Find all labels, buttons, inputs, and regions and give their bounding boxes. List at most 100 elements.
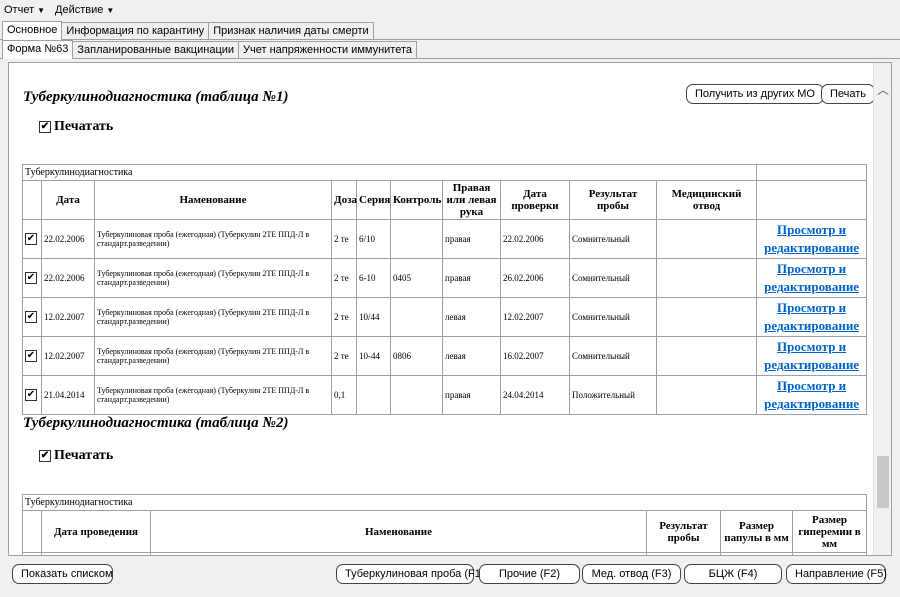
table1-print-checkbox[interactable]: ✔ Печатать	[39, 119, 113, 135]
header-check	[22, 180, 42, 220]
header-name: Наменование	[150, 510, 647, 553]
view-edit-link[interactable]: Просмотр и редактирование	[756, 297, 868, 337]
get-from-other-mo-button[interactable]: Получить из других МО	[686, 84, 824, 104]
cell-control: 0806	[390, 336, 443, 376]
checkbox[interactable]: ✔	[39, 450, 51, 462]
header-papule: Размер папулы в мм	[720, 510, 793, 553]
cell-control	[390, 297, 443, 337]
row-checkbox-cell[interactable]: ✔	[22, 375, 42, 415]
cell-dose: 2 те	[331, 297, 357, 337]
cell-name: Туберкулиновая проба (ежегодная) (Туберк…	[94, 297, 332, 337]
scroll-thumb[interactable]	[877, 456, 889, 508]
view-edit-link[interactable]: Просмотр и редактирование	[756, 219, 868, 259]
tab-quarantine[interactable]: Информация по карантину	[61, 22, 210, 40]
cell-control: 0405	[390, 258, 443, 298]
checkbox[interactable]: ✔	[25, 350, 37, 362]
view-edit-link[interactable]: Просмотр и редактирование	[756, 258, 868, 298]
row-checkbox-cell[interactable]: ✔	[22, 297, 42, 337]
cell-result: Сомнительный	[569, 258, 657, 298]
print-button[interactable]: Печать	[821, 84, 873, 104]
empty-cell	[791, 552, 868, 555]
chevron-up-icon[interactable]: ︿	[874, 81, 891, 97]
row-checkbox-cell[interactable]: ✔	[22, 336, 42, 376]
cell-check-date: 22.02.2006	[500, 219, 570, 259]
row-checkbox-cell[interactable]: ✔	[22, 219, 42, 259]
print-label: Печатать	[54, 448, 114, 463]
cell-name: Туберкулиновая проба (ежегодная) (Туберк…	[94, 336, 332, 376]
cell-series: 6-10	[356, 258, 391, 298]
table2-print-checkbox[interactable]: ✔ Печатать	[39, 448, 113, 464]
tab-form63[interactable]: Форма №63	[2, 40, 74, 59]
cell-check-date: 12.02.2007	[500, 297, 570, 337]
table-header: Дата проведения Наменование Результат пр…	[22, 510, 868, 553]
tab-divider	[0, 58, 900, 59]
cell-dose: 0,1	[331, 375, 357, 415]
tab-basic[interactable]: Основное	[2, 21, 63, 40]
table-row: ✔ 12.02.2007 Туберкулиновая проба (ежего…	[22, 297, 868, 337]
vertical-scrollbar[interactable]: ︿	[873, 63, 891, 555]
table-row: ✔ 21.04.2014 Туберкулиновая проба (ежего…	[22, 375, 868, 415]
cell-medical	[655, 375, 758, 415]
cell-control	[390, 375, 443, 415]
tb-test-button[interactable]: Туберкулиновая проба (F1)	[336, 564, 485, 584]
table-header: Дата Наменование Доза Серия Контроль Пра…	[22, 180, 868, 220]
header-name: Наменование	[94, 180, 332, 220]
cell-dose: 2 те	[331, 336, 357, 376]
table1: Туберкулинодиагностика Дата Наменование …	[21, 164, 868, 415]
checkbox[interactable]: ✔	[39, 121, 51, 133]
cell-name: Туберкулиновая проба (ежегодная) (Туберк…	[94, 258, 332, 298]
table-row	[22, 552, 868, 555]
header-control: Контроль	[390, 180, 443, 220]
other-button[interactable]: Прочие (F2)	[479, 564, 580, 584]
cell-hand: левая	[442, 297, 501, 337]
view-edit-link[interactable]: Просмотр и редактирование	[756, 375, 868, 415]
empty-cell	[756, 164, 868, 181]
cell-dose: 2 те	[331, 258, 357, 298]
referral-button[interactable]: Направление (F5)	[786, 564, 887, 584]
empty-cell	[646, 552, 721, 555]
table-row: ✔ 22.02.2006 Туберкулиновая проба (ежего…	[22, 219, 868, 259]
empty-cell	[41, 552, 151, 555]
bcg-button[interactable]: БЦЖ (F4)	[684, 564, 782, 584]
checkbox[interactable]: ✔	[25, 233, 37, 245]
menu-bar: Отчет ▼ Действие ▼	[0, 0, 900, 19]
table2-title: Туберкулинодиагностика (таблица №2)	[23, 415, 289, 431]
tab-planned-vaccinations[interactable]: Запланированные вакцинации	[72, 41, 240, 59]
header-check	[22, 510, 42, 553]
header-date: Дата	[41, 180, 95, 220]
cell-name: Туберкулиновая проба (ежегодная) (Туберк…	[94, 375, 332, 415]
tab-death-date[interactable]: Признак наличия даты смерти	[208, 22, 374, 40]
cell-result: Сомнительный	[569, 219, 657, 259]
header-series: Серия	[356, 180, 391, 220]
checkbox[interactable]: ✔	[25, 311, 37, 323]
table1-caption: Туберкулинодиагностика	[21, 164, 758, 181]
header-hyperemia: Размер гиперемии в мм	[791, 510, 868, 553]
empty-cell	[22, 552, 42, 555]
empty-cell	[720, 552, 793, 555]
checkbox[interactable]: ✔	[25, 389, 37, 401]
tab-immunity[interactable]: Учет напряженности иммунитета	[238, 41, 417, 59]
view-edit-link[interactable]: Просмотр и редактирование	[756, 336, 868, 376]
cell-hand: правая	[442, 375, 501, 415]
cell-control	[390, 219, 443, 259]
cell-series: 10/44	[356, 297, 391, 337]
show-list-button[interactable]: Показать списком	[12, 564, 113, 584]
cell-date: 12.02.2007	[41, 336, 95, 376]
med-exempt-button[interactable]: Мед. отвод (F3)	[582, 564, 681, 584]
cell-hand: правая	[442, 219, 501, 259]
cell-result: Сомнительный	[569, 336, 657, 376]
row-checkbox-cell[interactable]: ✔	[22, 258, 42, 298]
cell-hand: левая	[442, 336, 501, 376]
cell-medical	[655, 219, 758, 259]
menu-action[interactable]: Действие ▼	[55, 4, 114, 16]
cell-medical	[655, 297, 758, 337]
menu-report[interactable]: Отчет ▼	[4, 4, 45, 16]
cell-series: 10-44	[356, 336, 391, 376]
chevron-down-icon: ▼	[37, 5, 46, 15]
checkbox[interactable]: ✔	[25, 272, 37, 284]
chevron-down-icon: ▼	[106, 5, 115, 15]
cell-series: 6/10	[356, 219, 391, 259]
cell-date: 22.02.2006	[41, 258, 95, 298]
cell-result: Сомнительный	[569, 297, 657, 337]
table-row: ✔ 12.02.2007 Туберкулиновая проба (ежего…	[22, 336, 868, 376]
